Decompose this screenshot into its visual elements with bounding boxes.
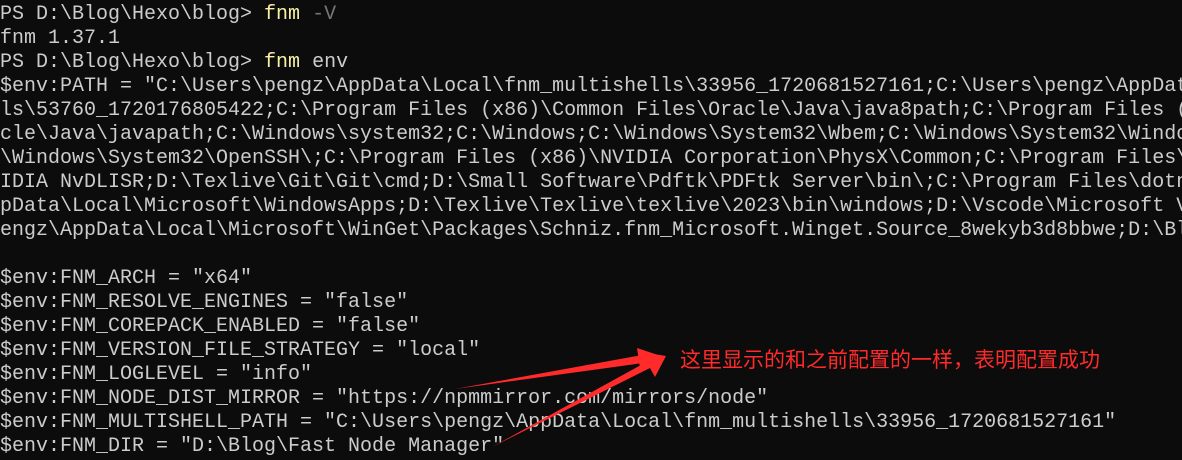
arrow-icon (455, 348, 664, 389)
arrow-icon (492, 352, 666, 447)
annotation-arrows (455, 348, 666, 447)
annotation-text: 这里显示的和之前配置的一样，表明配置成功 (680, 348, 1100, 372)
